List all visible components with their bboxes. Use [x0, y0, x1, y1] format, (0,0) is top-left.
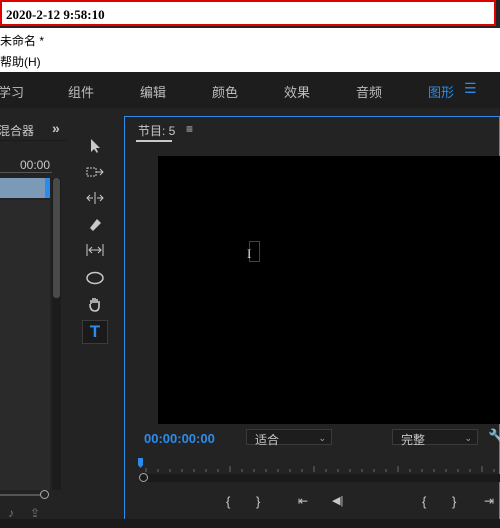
- chevron-down-icon: ⌄: [318, 433, 326, 443]
- fit-select[interactable]: 适合 ⌄: [246, 429, 332, 447]
- mark-in-icon[interactable]: {: [226, 494, 230, 509]
- mixer-tab[interactable]: 混合器: [0, 122, 34, 139]
- workspace-menu-icon[interactable]: ☰: [464, 80, 477, 97]
- chevron-down-icon: ⌄: [464, 433, 472, 443]
- type-tool-icon[interactable]: T: [82, 320, 108, 344]
- hand-tool-icon[interactable]: [82, 292, 108, 316]
- workspace-tab-effects[interactable]: 效果: [284, 82, 310, 101]
- help-menu[interactable]: 帮助(H): [0, 53, 41, 70]
- text-cursor-icon: I: [247, 246, 252, 261]
- panel-menu-icon[interactable]: ≡: [186, 122, 193, 136]
- workspace-tab-graphics[interactable]: 图形: [428, 82, 454, 101]
- slip-tool-icon[interactable]: [82, 238, 108, 262]
- wrench-settings-icon[interactable]: 🔧: [488, 428, 500, 445]
- time-ruler[interactable]: [138, 456, 500, 474]
- audio-icon[interactable]: ♪: [8, 506, 14, 520]
- ruler-line: [0, 172, 52, 173]
- quality-select[interactable]: 完整 ⌄: [392, 429, 478, 447]
- window-title-box: 2020-2-12 9:58:10: [0, 0, 496, 26]
- selected-track-row[interactable]: [0, 178, 50, 198]
- tools-panel: T: [72, 114, 118, 519]
- step-back-icon[interactable]: ◀|: [332, 494, 343, 507]
- ripple-edit-tool-icon[interactable]: [82, 186, 108, 210]
- razor-tool-icon[interactable]: [82, 212, 108, 236]
- project-name: 未命名 *: [0, 34, 45, 48]
- window-title: 2020-2-12 9:58:10: [6, 7, 105, 22]
- quality-select-value: 完整: [401, 433, 426, 447]
- mark-out-icon[interactable]: }: [256, 494, 260, 509]
- workspace-tab-assembly[interactable]: 组件: [68, 82, 94, 101]
- zoom-scroll-handle[interactable]: [139, 473, 148, 482]
- track-row-marker: [45, 178, 50, 198]
- fit-select-value: 适合: [255, 433, 280, 447]
- lift-icon[interactable]: {: [422, 494, 426, 509]
- go-to-in-icon[interactable]: ⇤: [298, 494, 308, 508]
- workspace-tab-audio[interactable]: 音频: [356, 82, 382, 101]
- zoom-handle[interactable]: [40, 490, 49, 499]
- track-select-tool-icon[interactable]: [82, 160, 108, 184]
- selection-tool-icon[interactable]: [82, 134, 108, 158]
- active-tab-underline: [136, 140, 172, 142]
- mixer-timecode: 00:00: [20, 158, 51, 172]
- program-viewer[interactable]: I: [158, 156, 500, 424]
- ellipse-tool-icon[interactable]: [82, 266, 108, 290]
- workspace-tab-learn[interactable]: 学习: [0, 82, 24, 101]
- extract-icon[interactable]: }: [452, 494, 456, 509]
- export-icon[interactable]: ⇪: [30, 506, 40, 520]
- track-list: [0, 200, 50, 490]
- panel-overflow-icon[interactable]: »: [52, 120, 60, 136]
- program-monitor-title[interactable]: 节目: 5: [138, 122, 175, 139]
- audio-mixer-panel: 混合器 » 00:00 ♪ ⇪: [0, 114, 66, 520]
- zoom-bar[interactable]: [0, 494, 40, 496]
- scrollbar-thumb[interactable]: [53, 178, 60, 298]
- menu-area: [0, 28, 500, 72]
- export-frame-icon[interactable]: ⇥: [484, 494, 494, 508]
- status-bar: [0, 519, 500, 528]
- workspace-tab-editing[interactable]: 编辑: [140, 82, 166, 101]
- workspace-tab-color[interactable]: 颜色: [212, 82, 238, 101]
- zoom-scrollbar[interactable]: [140, 474, 500, 482]
- playhead-timecode[interactable]: 00:00:00:00: [144, 431, 215, 446]
- divider: [0, 140, 66, 141]
